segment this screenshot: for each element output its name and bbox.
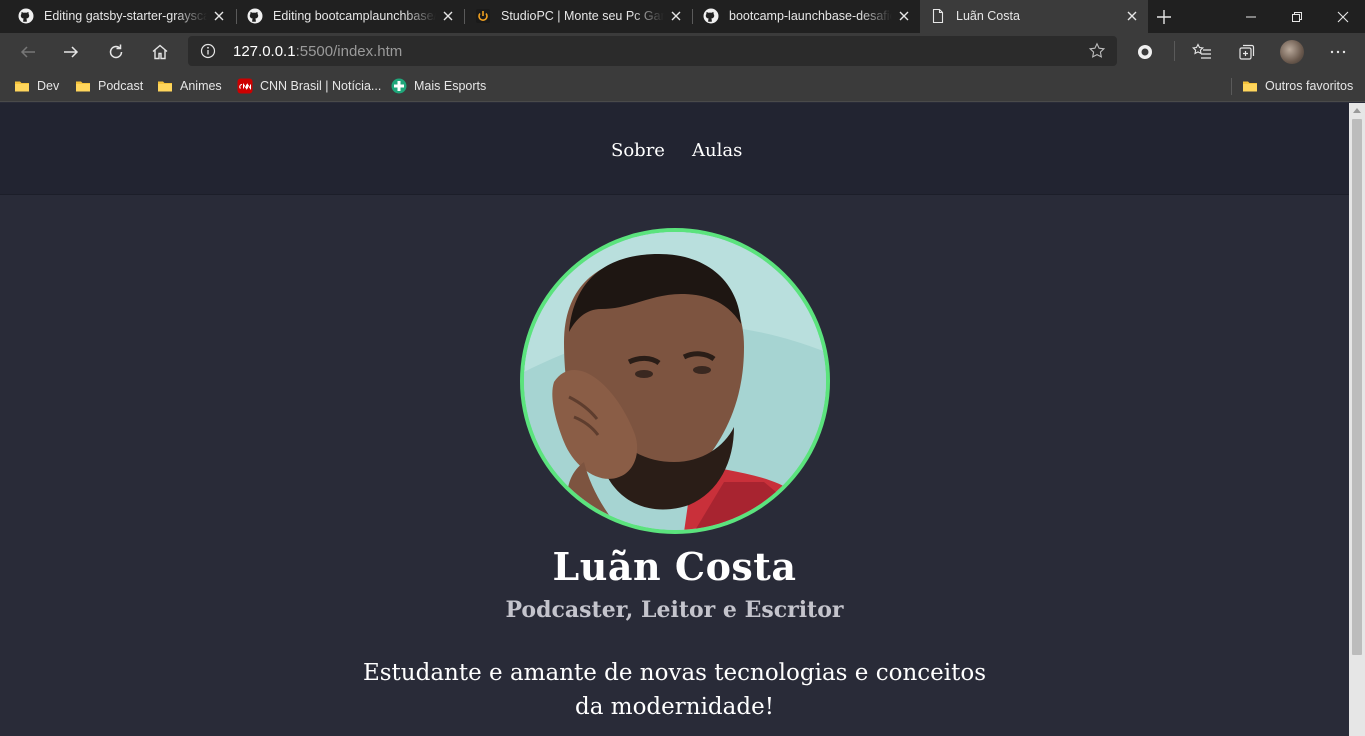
- close-window-button[interactable]: [1320, 0, 1365, 33]
- bookmark-label: Dev: [37, 79, 60, 93]
- profile-avatar[interactable]: [1280, 40, 1304, 64]
- collections-button[interactable]: [1234, 39, 1260, 65]
- arrow-right-icon: [64, 46, 79, 58]
- bookmarks-bar: Dev Podcast Animes CNN Brasil | Notícia.…: [0, 70, 1365, 102]
- nav-link-sobre[interactable]: Sobre: [611, 140, 665, 161]
- close-icon[interactable]: [668, 8, 684, 24]
- url-host: 127.0.0.1: [233, 43, 296, 60]
- minimize-icon: [1246, 16, 1256, 17]
- page-icon: [932, 8, 944, 24]
- scrollbar-thumb[interactable]: [1352, 119, 1362, 655]
- tab-title: Editing bootcamplaunchbase/: [273, 9, 436, 23]
- home-button[interactable]: [147, 39, 173, 65]
- close-icon[interactable]: [440, 8, 456, 24]
- bookmark-mais-esports[interactable]: Mais Esports: [391, 76, 486, 96]
- profile-name: Luãn Costa: [552, 544, 797, 589]
- bookmark-label: Animes: [180, 79, 222, 93]
- bookmark-label: Outros favoritos: [1265, 79, 1354, 93]
- favorite-star-icon[interactable]: [1088, 42, 1106, 60]
- power-icon: [476, 9, 490, 23]
- tab-bootcamplaunchbase-edit[interactable]: Editing bootcamplaunchbase/: [237, 0, 464, 33]
- tab-title: bootcamp-launchbase-desafio: [729, 9, 892, 23]
- profile-role: Podcaster, Leitor e Escritor: [505, 597, 844, 623]
- bookmark-cnn-brasil[interactable]: CNN Brasil | Notícia...: [237, 76, 381, 96]
- favorites-button[interactable]: [1189, 39, 1215, 65]
- refresh-button[interactable]: [103, 39, 129, 65]
- close-icon[interactable]: [896, 8, 912, 24]
- forward-button[interactable]: [58, 39, 84, 65]
- profile-photo: [520, 228, 830, 534]
- extension-button[interactable]: [1132, 39, 1158, 65]
- tab-title: Editing gatsby-starter-grayscal: [44, 9, 207, 23]
- browser-toolbar: 127.0.0.1:5500/index.htm: [0, 33, 1365, 70]
- tab-title: Luãn Costa: [956, 9, 1020, 23]
- site-header: Sobre Aulas: [0, 103, 1349, 195]
- github-icon: [703, 8, 719, 24]
- tab-title: StudioPC | Monte seu Pc Game: [501, 9, 664, 23]
- minimize-button[interactable]: [1228, 0, 1274, 33]
- tab-strip: Editing gatsby-starter-grayscal Editing …: [0, 0, 1365, 33]
- bookmark-podcast[interactable]: Podcast: [75, 76, 143, 96]
- info-icon[interactable]: [200, 43, 216, 59]
- url-path: :5500/index.htm: [295, 43, 403, 60]
- github-icon: [18, 8, 34, 24]
- tab-gatsby-starter[interactable]: Editing gatsby-starter-grayscal: [0, 0, 235, 33]
- profile-photo-image: [524, 232, 826, 530]
- bookmark-label: CNN Brasil | Notícia...: [260, 79, 382, 93]
- bookmark-label: Podcast: [98, 79, 144, 93]
- tab-luan-costa-active[interactable]: Luãn Costa: [920, 0, 1148, 33]
- bookmark-other-favorites[interactable]: Outros favoritos: [1242, 76, 1353, 96]
- nav-link-aulas[interactable]: Aulas: [692, 140, 742, 161]
- tab-studiopc[interactable]: StudioPC | Monte seu Pc Game: [465, 0, 692, 33]
- close-icon: [1337, 11, 1349, 22]
- profile-bio: Estudante e amante de novas tecnologias …: [362, 660, 987, 720]
- extension-icon: [1138, 45, 1152, 59]
- folder-icon: [76, 81, 90, 92]
- favorites-list-icon: [1192, 43, 1211, 59]
- url-text[interactable]: 127.0.0.1:5500/index.htm: [233, 43, 402, 60]
- home-icon: [152, 44, 168, 60]
- bookmark-animes[interactable]: Animes: [157, 76, 222, 96]
- tab-bootcamp-desafio[interactable]: bootcamp-launchbase-desafio: [693, 0, 920, 33]
- bookmarks-divider: [1231, 78, 1232, 95]
- settings-more-button[interactable]: [1325, 39, 1351, 65]
- folder-icon: [158, 81, 172, 92]
- folder-icon: [15, 81, 29, 92]
- back-button[interactable]: [15, 39, 41, 65]
- arrow-left-icon: [20, 46, 35, 58]
- restore-icon: [1292, 11, 1302, 22]
- page-scrollbar[interactable]: [1349, 103, 1365, 736]
- refresh-icon: [109, 44, 123, 59]
- restore-button[interactable]: [1274, 0, 1320, 33]
- collections-icon: [1239, 44, 1255, 60]
- close-icon[interactable]: [211, 8, 227, 24]
- new-tab-plus-icon[interactable]: [1154, 7, 1174, 27]
- folder-icon: [1243, 81, 1257, 92]
- web-page: Sobre Aulas Luãn Costa Podcaster, Leitor…: [0, 103, 1349, 736]
- close-icon[interactable]: [1124, 8, 1140, 24]
- bookmark-label: Mais Esports: [414, 79, 487, 93]
- bookmark-dev[interactable]: Dev: [14, 76, 59, 96]
- cnn-icon: [237, 78, 253, 94]
- plus-cross-icon: [391, 78, 407, 94]
- github-icon: [247, 8, 263, 24]
- toolbar-divider: [1174, 41, 1175, 61]
- scroll-up-arrow-icon[interactable]: [1353, 108, 1361, 113]
- more-dots-icon: [1330, 50, 1346, 54]
- address-bar[interactable]: 127.0.0.1:5500/index.htm: [188, 36, 1117, 66]
